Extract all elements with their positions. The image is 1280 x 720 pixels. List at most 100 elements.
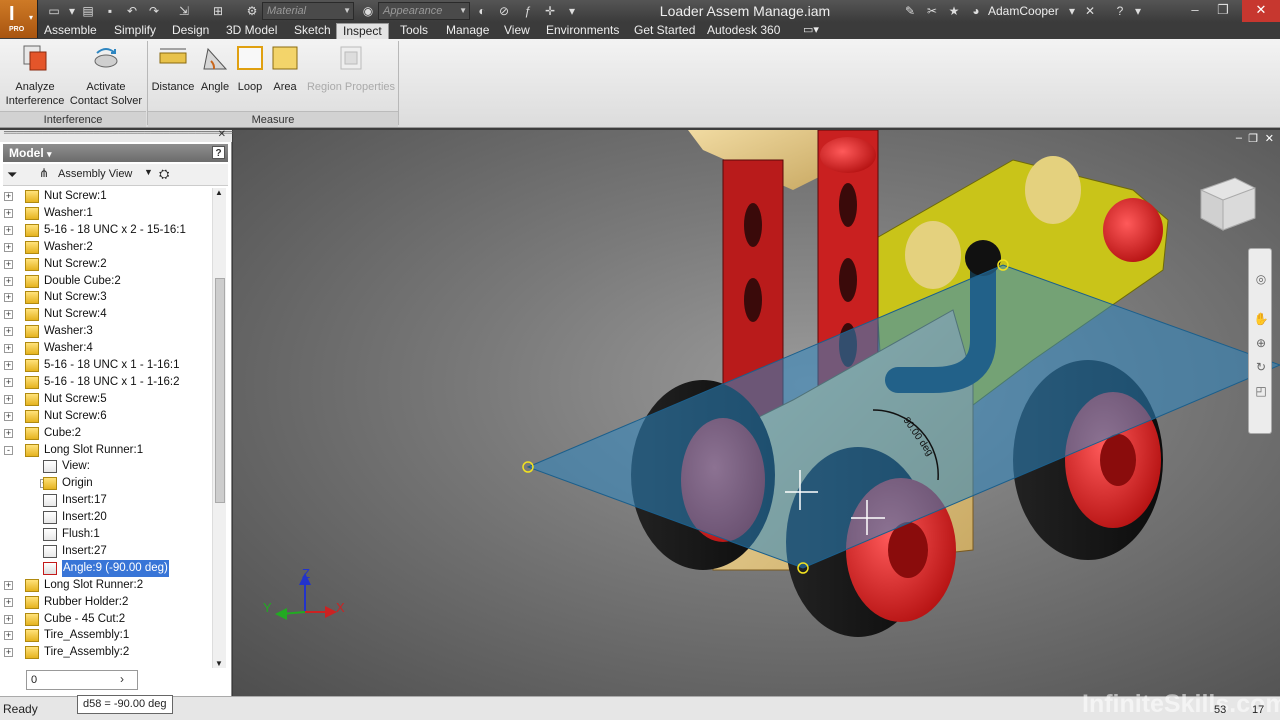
- help-icon[interactable]: ?: [1112, 3, 1128, 19]
- parameters-icon[interactable]: ƒ: [520, 3, 536, 19]
- scroll-up-icon[interactable]: ▲: [215, 188, 223, 197]
- activate-contact-solver-button[interactable]: Activate Contact Solver: [68, 43, 144, 108]
- tree-node[interactable]: + Nut Screw:5: [3, 391, 212, 408]
- tree-node[interactable]: + Nut Screw:6: [3, 408, 212, 425]
- tree-node[interactable]: + Washer:1: [3, 205, 212, 222]
- chevron-down-icon[interactable]: ▼: [144, 167, 153, 177]
- tree-node[interactable]: + Cube:2: [3, 425, 212, 442]
- tree-node[interactable]: +Origin: [3, 475, 212, 492]
- tree-node[interactable]: Flush:1: [3, 526, 212, 543]
- loop-button[interactable]: Loop: [234, 43, 266, 94]
- app-menu-button[interactable]: I ▾ PRO: [0, 0, 38, 38]
- scroll-down-icon[interactable]: ▼: [215, 659, 223, 668]
- tree-node[interactable]: + Nut Screw:3: [3, 289, 212, 306]
- expand-icon[interactable]: +: [4, 411, 13, 421]
- distance-button[interactable]: Distance: [150, 43, 196, 94]
- look-at-icon[interactable]: ◰: [1253, 383, 1269, 399]
- analyze-interference-button[interactable]: Analyze Interference: [4, 43, 66, 108]
- expand-icon[interactable]: +: [4, 428, 13, 438]
- new-icon[interactable]: ▭: [46, 3, 62, 19]
- grip-icon[interactable]: ═════════════════════════════════════: [4, 127, 240, 137]
- appearance-select[interactable]: Appearance ▼: [378, 2, 470, 20]
- expand-icon[interactable]: +: [4, 310, 13, 320]
- tab-view[interactable]: View: [498, 23, 536, 39]
- close-icon[interactable]: ✕: [218, 129, 226, 140]
- tab-get-started[interactable]: Get Started: [628, 23, 701, 39]
- return-icon[interactable]: ⇲: [176, 3, 192, 19]
- user-icon[interactable]: ◕: [968, 3, 984, 19]
- expand-icon[interactable]: +: [4, 208, 13, 218]
- filter-icon[interactable]: ⏷: [7, 167, 17, 183]
- help-icon[interactable]: ?: [212, 146, 225, 159]
- clear-icon[interactable]: ⊘: [496, 3, 512, 19]
- tree-node[interactable]: + Washer:2: [3, 239, 212, 256]
- tree-node[interactable]: Insert:27: [3, 543, 212, 560]
- ribbon-options-icon[interactable]: ▭▾: [803, 23, 819, 36]
- tree-node[interactable]: + Nut Screw:4: [3, 306, 212, 323]
- browser-header[interactable]: Model ▾ ?: [3, 144, 228, 162]
- tab-design[interactable]: Design: [166, 23, 215, 39]
- tree-node[interactable]: +5-16 - 18 UNC x 1 - 1-16:2: [3, 374, 212, 391]
- restore-icon[interactable]: ❐: [1248, 132, 1258, 145]
- exchange-icon[interactable]: ✕: [1082, 3, 1098, 19]
- tab-autodesk-360[interactable]: Autodesk 360: [701, 23, 786, 39]
- undo-icon[interactable]: ↶: [124, 3, 140, 19]
- expand-icon[interactable]: +: [4, 597, 13, 607]
- area-button[interactable]: Area: [268, 43, 302, 94]
- redo-icon[interactable]: ↷: [146, 3, 162, 19]
- close-icon[interactable]: ✕: [1242, 0, 1280, 22]
- material-select[interactable]: Material ▼: [262, 2, 354, 20]
- save-icon[interactable]: ▪: [102, 3, 118, 19]
- expand-icon[interactable]: +: [4, 293, 13, 303]
- tree-node[interactable]: + Rubber Holder:2: [3, 594, 212, 611]
- region-properties-button[interactable]: Region Properties: [304, 43, 398, 94]
- orbit-icon[interactable]: ↻: [1253, 359, 1269, 375]
- wrench-icon[interactable]: ✎: [902, 3, 918, 19]
- tab-manage[interactable]: Manage: [440, 23, 495, 39]
- tree-node[interactable]: Insert:20: [3, 509, 212, 526]
- tree-node[interactable]: +5-16 - 18 UNC x 2 - 15-16:1: [3, 222, 212, 239]
- tree-node[interactable]: Insert:17: [3, 492, 212, 509]
- tree-node[interactable]: View:: [3, 458, 212, 475]
- close-icon[interactable]: ✕: [1265, 132, 1274, 145]
- minimize-icon[interactable]: –: [1180, 0, 1210, 22]
- expand-icon[interactable]: +: [4, 327, 13, 337]
- tab-3d-model[interactable]: 3D Model: [220, 23, 283, 39]
- customize-icon[interactable]: ▾: [564, 3, 580, 19]
- tree-node[interactable]: - Long Slot Runner:1: [3, 442, 212, 459]
- tree-node[interactable]: + Cube - 45 Cut:2: [3, 611, 212, 628]
- view-cube[interactable]: [1200, 177, 1256, 231]
- expand-icon[interactable]: +: [4, 394, 13, 404]
- minimize-icon[interactable]: –: [1236, 132, 1242, 144]
- appearance-icon[interactable]: ◉: [360, 3, 376, 19]
- star-icon[interactable]: ★: [946, 3, 962, 19]
- tree-node[interactable]: + Nut Screw:2: [3, 256, 212, 273]
- tree-node[interactable]: + Tire_Assembly:1: [3, 627, 212, 644]
- scroll-thumb[interactable]: [215, 278, 225, 503]
- expand-icon[interactable]: +: [4, 361, 13, 370]
- chevron-right-icon[interactable]: ›: [120, 672, 124, 686]
- tab-simplify[interactable]: Simplify: [108, 23, 162, 39]
- dropdown-icon[interactable]: ▾: [64, 3, 80, 19]
- tools-icon[interactable]: ✂: [924, 3, 940, 19]
- dropdown-icon[interactable]: ▾: [1064, 3, 1080, 19]
- tree-node[interactable]: Angle:9 (-90.00 deg): [3, 559, 212, 577]
- expand-icon[interactable]: +: [4, 580, 13, 590]
- browser-scrollbar[interactable]: ▲ ▼: [212, 188, 226, 668]
- angle-button[interactable]: Angle: [198, 43, 232, 94]
- user-account[interactable]: AdamCooper: [988, 4, 1059, 18]
- tree-node[interactable]: + Tire_Assembly:2: [3, 644, 212, 661]
- expand-icon[interactable]: +: [4, 225, 13, 235]
- expand-icon[interactable]: +: [4, 377, 13, 387]
- pan-icon[interactable]: ✋: [1253, 311, 1269, 327]
- tab-sketch[interactable]: Sketch: [288, 23, 337, 39]
- expand-icon[interactable]: +: [4, 276, 13, 286]
- steering-wheel-icon[interactable]: ◎: [1253, 271, 1269, 287]
- tree-node[interactable]: + Double Cube:2: [3, 273, 212, 290]
- expand-icon[interactable]: +: [4, 648, 13, 658]
- tree-node[interactable]: + Long Slot Runner:2: [3, 577, 212, 594]
- tab-inspect[interactable]: Inspect: [336, 23, 389, 39]
- expand-icon[interactable]: +: [4, 614, 13, 624]
- expand-icon[interactable]: +: [4, 242, 13, 252]
- zoom-icon[interactable]: ⊕: [1253, 335, 1269, 351]
